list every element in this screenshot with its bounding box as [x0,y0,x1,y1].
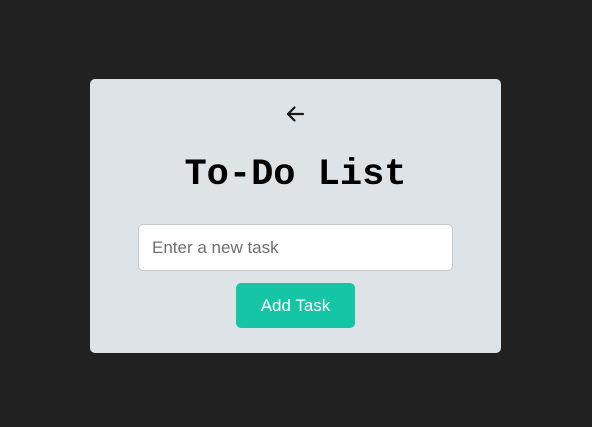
add-task-button[interactable]: Add Task [236,283,355,328]
new-task-input[interactable] [138,224,453,271]
arrow-left-icon [286,106,305,122]
page-title: To-Do List [184,154,407,196]
back-button[interactable] [282,102,308,126]
